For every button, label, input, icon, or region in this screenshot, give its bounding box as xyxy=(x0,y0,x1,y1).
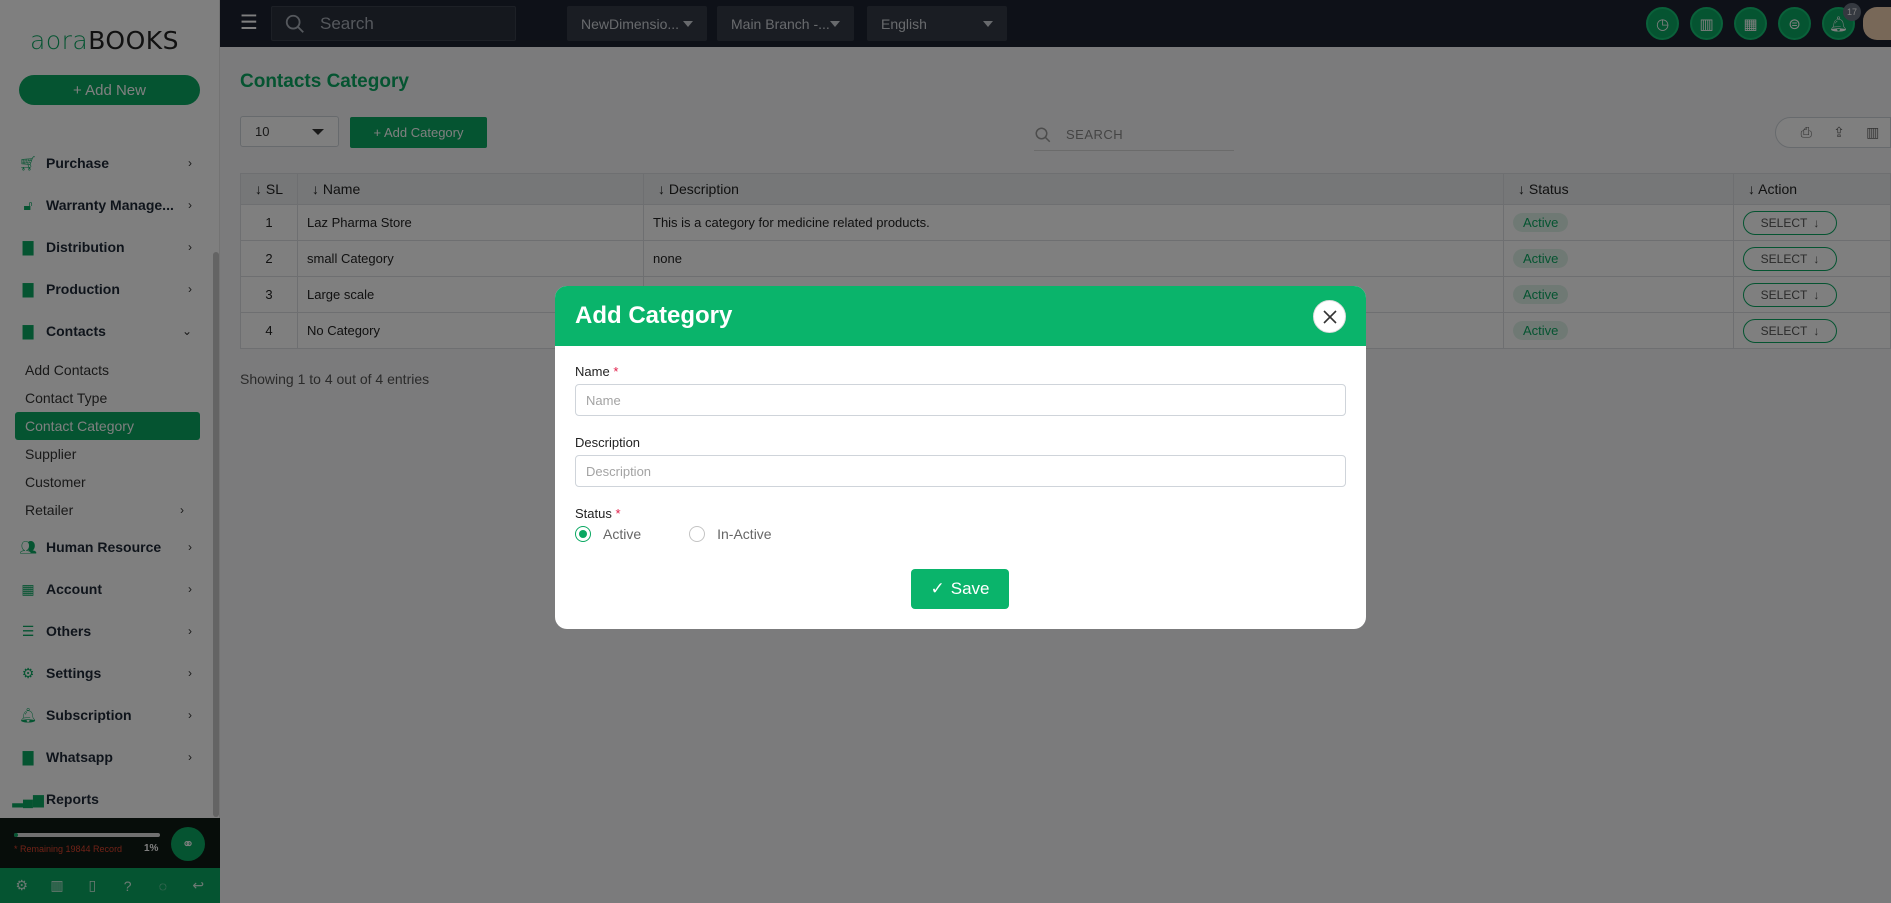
status-inactive-radio[interactable]: In-Active xyxy=(689,526,772,542)
modal-body: Name * Description Status * Active In-Ac… xyxy=(555,346,1366,542)
name-field[interactable] xyxy=(575,384,1346,416)
radio-selected-icon xyxy=(575,526,591,542)
status-label: Status * xyxy=(575,506,1346,521)
name-label-text: Name xyxy=(575,364,610,379)
save-button[interactable]: ✓ Save xyxy=(911,569,1009,609)
status-label-text: Status xyxy=(575,506,612,521)
close-button[interactable] xyxy=(1313,300,1346,333)
modal-header: Add Category xyxy=(555,286,1366,346)
radio-unselected-icon xyxy=(689,526,706,542)
description-field[interactable] xyxy=(575,455,1346,487)
status-active-radio[interactable]: Active xyxy=(575,526,641,542)
modal-title: Add Category xyxy=(575,302,733,329)
radio-label: In-Active xyxy=(717,526,772,542)
required-mark: * xyxy=(613,364,619,379)
status-radio-group: Active In-Active xyxy=(575,526,1346,542)
checkmark-icon: ✓ xyxy=(930,579,945,598)
close-icon xyxy=(1322,309,1337,324)
add-category-modal: Add Category Name * Description Status *… xyxy=(555,286,1366,629)
description-label: Description xyxy=(575,435,641,450)
radio-label: Active xyxy=(603,526,642,542)
required-mark: * xyxy=(615,506,621,521)
name-label: Name * xyxy=(575,364,1346,379)
save-label: Save xyxy=(950,579,990,598)
